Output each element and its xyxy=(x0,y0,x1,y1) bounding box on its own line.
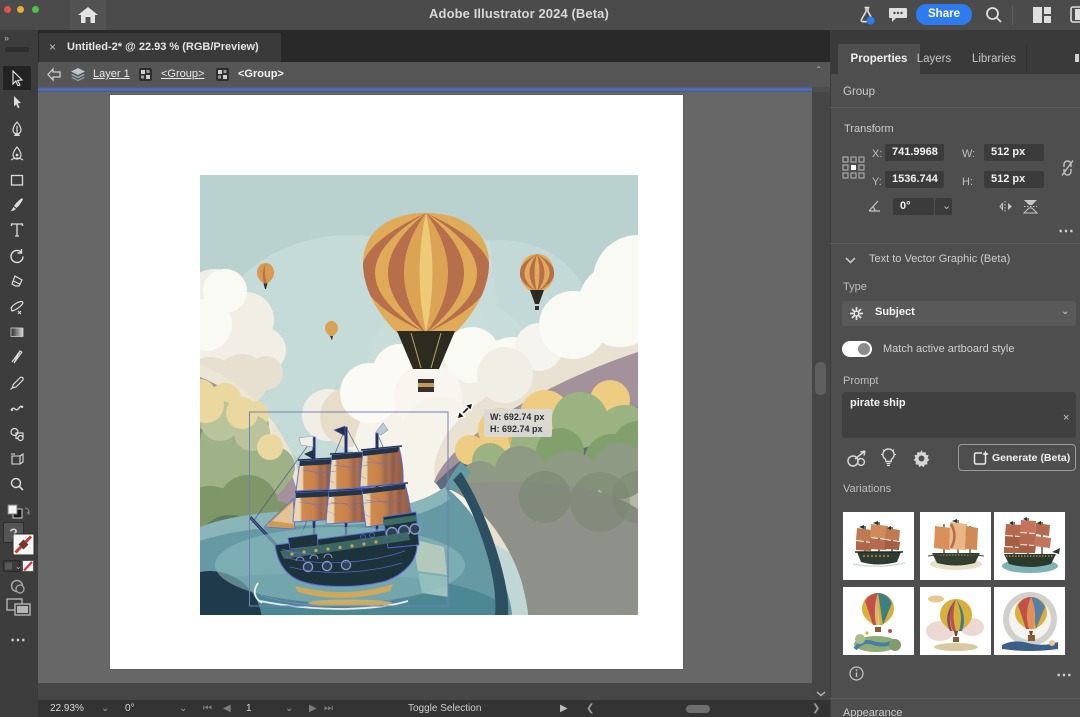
svg-text:⌄: ⌄ xyxy=(15,562,22,571)
svg-text:H: 692.74 px: H: 692.74 px xyxy=(490,424,543,434)
svg-text:W: 692.74 px: W: 692.74 px xyxy=(490,412,544,422)
